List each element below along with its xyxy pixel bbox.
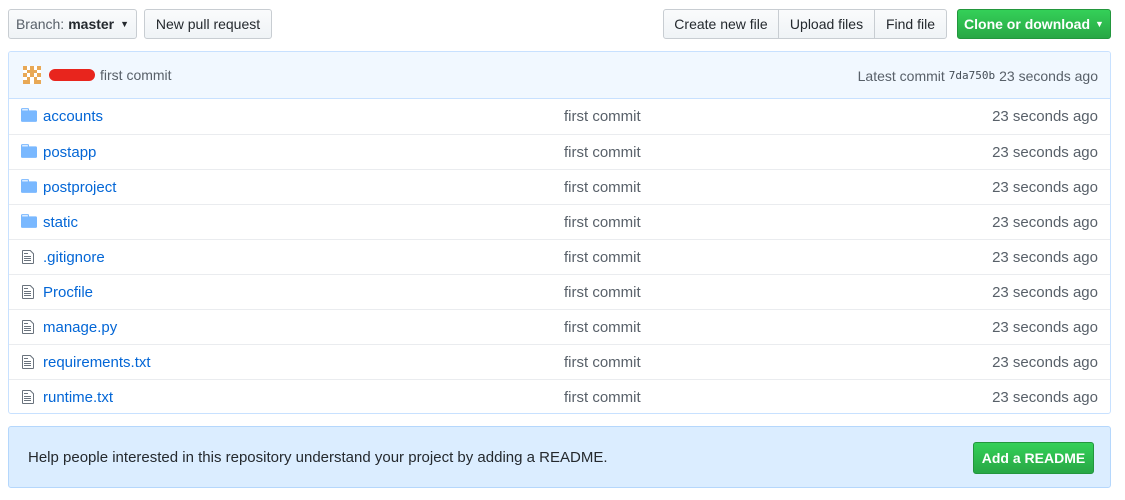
file-commit-message[interactable]: first commit <box>564 354 641 371</box>
caret-down-icon: ▼ <box>1095 19 1104 29</box>
file-icon <box>21 354 37 370</box>
latest-commit-bar: first commit Latest commit 7da750b 23 se… <box>9 52 1110 99</box>
file-commit-message[interactable]: first commit <box>564 179 641 196</box>
file-commit-message[interactable]: first commit <box>564 214 641 231</box>
folder-icon <box>21 144 37 160</box>
file-name-link[interactable]: .gitignore <box>43 249 105 266</box>
file-commit-message[interactable]: first commit <box>564 284 641 301</box>
file-commit-message[interactable]: first commit <box>564 389 641 406</box>
file-commit-message[interactable]: first commit <box>564 249 641 266</box>
file-icon <box>21 284 37 300</box>
folder-icon <box>21 179 37 195</box>
file-name-link[interactable]: Procfile <box>43 284 93 301</box>
latest-commit-info: Latest commit 7da750b 23 seconds ago <box>858 52 1098 99</box>
file-icon <box>21 389 37 405</box>
file-table: first commit Latest commit 7da750b 23 se… <box>8 51 1111 414</box>
latest-commit-label: Latest commit <box>857 67 945 84</box>
author-name-redacted[interactable] <box>49 69 95 81</box>
file-name-link[interactable]: requirements.txt <box>43 354 151 371</box>
branch-name: master <box>68 16 115 32</box>
folder-icon <box>21 214 37 230</box>
file-commit-message[interactable]: first commit <box>564 319 641 336</box>
caret-down-icon: ▼ <box>120 19 130 29</box>
repo-page: Branch: master ▼ New pull request Create… <box>0 0 1125 500</box>
file-name-link[interactable]: postapp <box>43 144 96 161</box>
branch-select-button[interactable]: Branch: master ▼ <box>8 9 137 39</box>
add-readme-button[interactable]: Add a README <box>973 442 1094 474</box>
file-name-link[interactable]: runtime.txt <box>43 389 113 406</box>
file-name-link[interactable]: manage.py <box>43 319 117 336</box>
table-row: .gitignore first commit 23 seconds ago <box>9 239 1110 274</box>
table-row: manage.py first commit 23 seconds ago <box>9 309 1110 344</box>
file-icon <box>21 249 37 265</box>
create-new-file-button[interactable]: Create new file <box>663 9 779 39</box>
file-name-link[interactable]: accounts <box>43 108 103 125</box>
file-age: 23 seconds ago <box>992 108 1098 125</box>
table-row: Procfile first commit 23 seconds ago <box>9 274 1110 309</box>
file-age: 23 seconds ago <box>992 283 1098 301</box>
table-row: requirements.txt first commit 23 seconds… <box>9 344 1110 379</box>
file-age: 23 seconds ago <box>992 248 1098 266</box>
avatar[interactable] <box>23 66 41 84</box>
file-age: 23 seconds ago <box>992 353 1098 371</box>
file-age: 23 seconds ago <box>992 318 1098 336</box>
find-file-button[interactable]: Find file <box>874 9 947 39</box>
table-row: runtime.txt first commit 23 seconds ago <box>9 379 1110 413</box>
file-age: 23 seconds ago <box>992 213 1098 231</box>
table-row: accounts first commit 23 seconds ago <box>9 99 1110 134</box>
file-commit-message[interactable]: first commit <box>564 144 641 161</box>
clone-label: Clone or download <box>964 16 1091 32</box>
file-age: 23 seconds ago <box>992 178 1098 196</box>
file-list: accounts first commit 23 seconds ago pos… <box>9 99 1110 413</box>
file-actions-group: Create new file Upload files Find file <box>663 9 947 39</box>
commit-message[interactable]: first commit <box>100 67 172 83</box>
clone-or-download-button[interactable]: Clone or download ▼ <box>957 9 1111 39</box>
table-row: postproject first commit 23 seconds ago <box>9 169 1110 204</box>
new-pull-request-button[interactable]: New pull request <box>144 9 272 39</box>
folder-icon <box>21 108 37 124</box>
file-name-link[interactable]: static <box>43 214 78 231</box>
branch-prefix: Branch: <box>15 16 65 32</box>
file-age: 23 seconds ago <box>992 143 1098 161</box>
commit-time: 23 seconds ago <box>999 67 1098 84</box>
upload-files-button[interactable]: Upload files <box>778 9 875 39</box>
file-name-link[interactable]: postproject <box>43 179 116 196</box>
table-row: static first commit 23 seconds ago <box>9 204 1110 239</box>
readme-prompt-text: Help people interested in this repositor… <box>28 449 608 466</box>
commit-sha[interactable]: 7da750b <box>949 69 995 82</box>
file-icon <box>21 319 37 335</box>
readme-prompt-banner: Help people interested in this repositor… <box>8 426 1111 488</box>
file-commit-message[interactable]: first commit <box>564 108 641 125</box>
file-age: 23 seconds ago <box>992 388 1098 406</box>
table-row: postapp first commit 23 seconds ago <box>9 134 1110 169</box>
